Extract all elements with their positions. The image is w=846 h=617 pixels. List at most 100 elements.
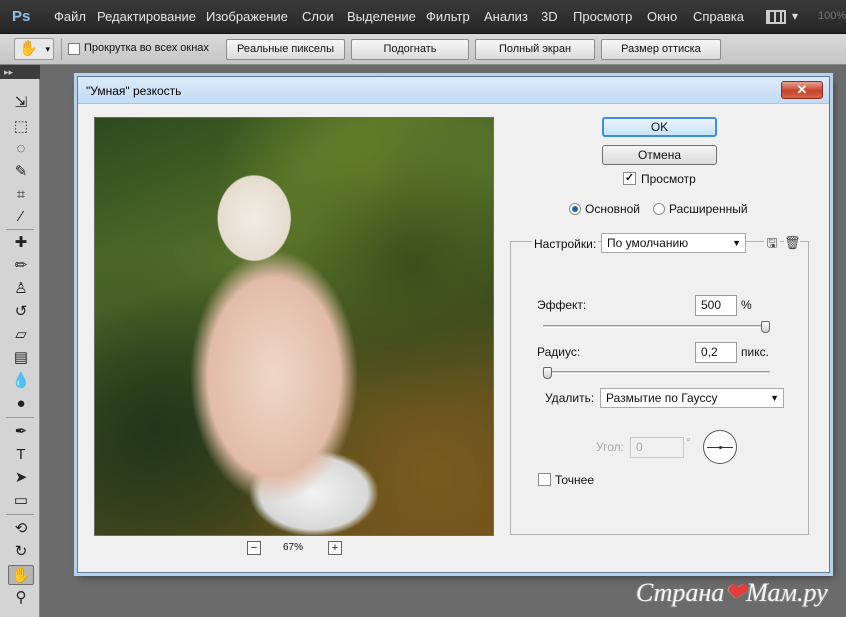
gradient-icon[interactable]: ▤: [8, 348, 34, 368]
actual-pixels-button[interactable]: Реальные пикселы: [226, 39, 345, 60]
menu-window[interactable]: Окно: [647, 9, 677, 24]
dialog-titlebar[interactable]: "Умная" резкость ✕: [78, 77, 829, 104]
fill-screen-button[interactable]: Полный экран: [475, 39, 595, 60]
radius-label: Радиус:: [537, 345, 581, 359]
scroll-all-windows-label: Прокрутка во всех окнах: [84, 42, 209, 54]
pen-icon[interactable]: ✒: [8, 422, 34, 442]
eyedropper-icon[interactable]: ⁄: [8, 207, 34, 227]
type-icon[interactable]: T: [8, 445, 34, 465]
mode-basic-radio[interactable]: [569, 203, 581, 215]
photoshop-logo: Ps: [12, 8, 31, 25]
caret-down-icon: ▼: [732, 238, 741, 248]
trash-icon[interactable]: 🗑: [784, 235, 801, 251]
watermark-text-b: Мам: [746, 578, 798, 607]
workspace-switcher[interactable]: ▾: [766, 8, 804, 26]
menu-file[interactable]: Файл: [54, 9, 86, 24]
quick-select-icon[interactable]: ✎: [8, 162, 34, 182]
zoom-readout[interactable]: 100%: [818, 10, 846, 22]
3d-orbit-icon[interactable]: ↻: [8, 542, 34, 562]
zoom-icon[interactable]: ⚲: [8, 588, 34, 608]
caret-down-icon: ▾: [792, 9, 799, 23]
shape-icon[interactable]: ▭: [8, 491, 34, 511]
menu-edit[interactable]: Редактирование: [97, 9, 196, 24]
menu-image[interactable]: Изображение: [206, 9, 288, 24]
smart-sharpen-dialog: "Умная" резкость ✕ − 67% + OK Отмена ✓ П…: [77, 76, 830, 573]
lasso-icon[interactable]: ◌: [8, 139, 34, 159]
settings-label: Настройки:: [532, 237, 599, 251]
3d-rotate-icon[interactable]: ⟲: [8, 519, 34, 539]
save-settings-icon[interactable]: 🖫: [764, 235, 780, 251]
separator: [6, 417, 34, 418]
separator: [61, 39, 62, 60]
angle-label: Угол:: [596, 440, 624, 454]
mode-advanced-label: Расширенный: [669, 202, 748, 216]
amount-slider-track[interactable]: [543, 325, 770, 328]
preview-label: Просмотр: [641, 172, 696, 186]
separator: [6, 229, 34, 230]
more-accurate-checkbox[interactable]: [538, 473, 551, 486]
blur-icon[interactable]: 💧: [8, 371, 34, 391]
amount-input[interactable]: 500: [695, 295, 737, 316]
angle-unit: °: [686, 435, 691, 449]
eraser-icon[interactable]: ▱: [8, 325, 34, 345]
amount-label: Эффект:: [537, 298, 587, 312]
radius-input[interactable]: 0,2: [695, 342, 737, 363]
menu-layers[interactable]: Слои: [302, 9, 334, 24]
cancel-button[interactable]: Отмена: [602, 145, 717, 165]
close-icon[interactable]: ✕: [781, 81, 823, 99]
menu-select[interactable]: Выделение: [347, 9, 416, 24]
remove-dropdown[interactable]: Размытие по Гауссу ▼: [600, 388, 784, 408]
watermark-text-a: Страна: [636, 578, 725, 607]
hand-icon: ✋: [19, 40, 38, 57]
dodge-icon[interactable]: ●: [8, 394, 34, 414]
preview-image[interactable]: [94, 117, 494, 536]
radius-slider-thumb[interactable]: [543, 367, 552, 379]
tool-preset-picker[interactable]: ✋ ▾: [14, 38, 54, 60]
radius-slider-track[interactable]: [543, 371, 770, 374]
separator: [6, 514, 34, 515]
amount-slider-thumb[interactable]: [761, 321, 770, 333]
zoom-in-button[interactable]: +: [328, 541, 342, 555]
scroll-all-windows-checkbox[interactable]: [68, 43, 80, 55]
tools-panel: ▸▸ ⇲ ⬚ ◌ ✎ ⌗ ⁄ ✚ ✏ ♙ ↺ ▱ ▤ 💧 ● ✒ T ➤ ▭ ⟲…: [0, 65, 40, 617]
options-bar: ✋ ▾ Прокрутка во всех окнах Реальные пик…: [0, 34, 846, 65]
marquee-icon[interactable]: ⬚: [8, 117, 34, 137]
angle-dial[interactable]: [703, 430, 737, 464]
menu-help[interactable]: Справка: [693, 9, 744, 24]
site-watermark: Страна❤Мам.ру: [636, 578, 828, 608]
menu-analysis[interactable]: Анализ: [484, 9, 528, 24]
watermark-text-c: .ру: [797, 578, 828, 607]
mode-basic-label: Основной: [585, 202, 641, 216]
dialog-title: "Умная" резкость: [86, 84, 182, 98]
caret-down-icon: ▾: [45, 44, 50, 54]
preview-zoom-value: 67%: [283, 542, 304, 553]
mode-advanced-radio[interactable]: [653, 203, 665, 215]
remove-value: Размытие по Гауссу: [606, 391, 718, 405]
menu-3d[interactable]: 3D: [541, 9, 558, 24]
menu-filter[interactable]: Фильтр: [426, 9, 470, 24]
amount-unit: %: [741, 298, 752, 312]
more-accurate-label: Точнее: [555, 473, 595, 487]
hand-icon[interactable]: ✋: [8, 565, 34, 585]
preview-checkbox[interactable]: ✓: [623, 172, 636, 185]
crop-icon[interactable]: ⌗: [8, 185, 34, 205]
stamp-icon[interactable]: ♙: [8, 279, 34, 299]
path-select-icon[interactable]: ➤: [8, 468, 34, 488]
fit-screen-button[interactable]: Подогнать: [351, 39, 469, 60]
angle-input[interactable]: 0: [630, 437, 684, 458]
history-brush-icon[interactable]: ↺: [8, 302, 34, 322]
healing-icon[interactable]: ✚: [8, 233, 34, 253]
film-strip-icon: [766, 10, 786, 24]
menu-view[interactable]: Просмотр: [573, 9, 632, 24]
ok-button[interactable]: OK: [602, 117, 717, 137]
zoom-out-button[interactable]: −: [247, 541, 261, 555]
print-size-button[interactable]: Размер оттиска: [601, 39, 721, 60]
panel-collapse-icon[interactable]: ▸▸: [0, 65, 40, 79]
radius-unit: пикс.: [741, 345, 769, 359]
settings-value: По умолчанию: [607, 236, 689, 250]
settings-dropdown[interactable]: По умолчанию ▼: [601, 233, 746, 253]
menubar: Ps Файл Редактирование Изображение Слои …: [0, 0, 846, 34]
brush-icon[interactable]: ✏: [8, 256, 34, 276]
move-icon[interactable]: ⇲: [8, 93, 34, 113]
remove-label: Удалить:: [545, 391, 595, 405]
